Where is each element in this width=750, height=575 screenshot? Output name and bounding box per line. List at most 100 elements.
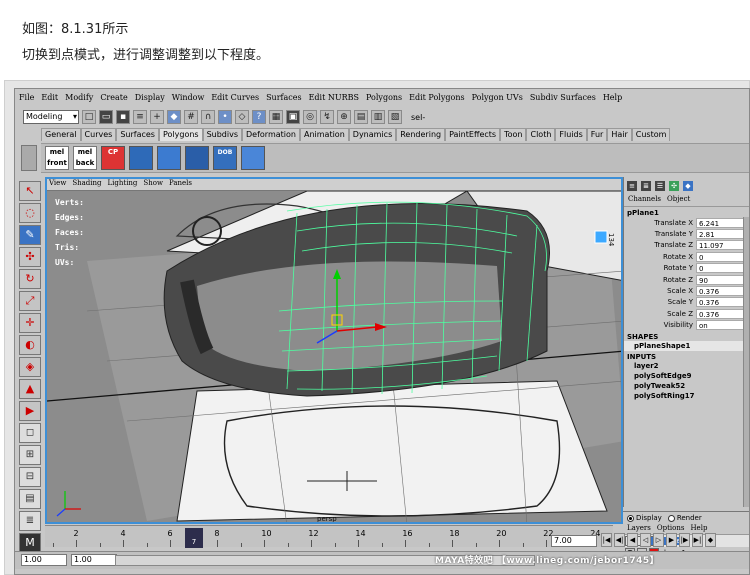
attribute-editor-icon[interactable]: ▤ (354, 110, 368, 124)
poly-plane-button[interactable] (241, 146, 265, 170)
attribute-row[interactable]: Scale Z 0.376 (624, 308, 749, 319)
menu-create[interactable]: Create (100, 93, 127, 107)
step-back-key-icon[interactable]: ◀| (614, 533, 625, 547)
render-radio[interactable]: Render (667, 514, 702, 522)
shelf-tab-custom[interactable]: Custom (631, 128, 671, 141)
play-back-icon[interactable]: ◁ (640, 533, 651, 547)
panel-menu-view[interactable]: View (49, 179, 66, 190)
menu-subdiv-surfaces[interactable]: Subdiv Surfaces (530, 93, 596, 107)
node-icon[interactable]: ◆ (683, 181, 693, 191)
shelf-tab-toon[interactable]: Toon (500, 128, 527, 141)
menu-edit-curves[interactable]: Edit Curves (211, 93, 259, 107)
cp-button[interactable]: CP (101, 146, 125, 170)
poly-cube-button[interactable] (129, 146, 153, 170)
step-forward-key-icon[interactable]: |▶ (679, 533, 690, 547)
manipulator-tool-icon[interactable]: ✛ (19, 313, 41, 333)
history-icon[interactable]: ? (252, 110, 266, 124)
manip-icon[interactable]: ✣ (669, 181, 679, 191)
menu-modify[interactable]: Modify (65, 93, 93, 107)
new-scene-icon[interactable]: □ (82, 110, 96, 124)
go-to-end-icon[interactable]: ▶| (692, 533, 703, 547)
channel-box-scrollbar[interactable] (743, 217, 749, 507)
menu-edit-nurbs[interactable]: Edit NURBS (309, 93, 359, 107)
menu-edit-polygons[interactable]: Edit Polygons (409, 93, 464, 107)
show-manipulator-icon[interactable]: ◈ (19, 357, 41, 377)
outliner-layout-icon[interactable]: ▤ (19, 489, 41, 509)
menu-window[interactable]: Window (172, 93, 205, 107)
playback-start-field[interactable]: 1.00 (71, 554, 117, 566)
select-tool-icon[interactable]: ↖ (19, 181, 41, 201)
snap-grid-icon[interactable]: # (184, 110, 198, 124)
attribute-value[interactable]: 0 (696, 251, 746, 262)
shelf-menu-button[interactable] (21, 145, 37, 171)
shelf-tab-painteffects[interactable]: PaintEffects (445, 128, 501, 141)
current-frame-field[interactable]: 7.00 (551, 535, 597, 547)
move-tool-icon[interactable]: ✣ (19, 247, 41, 267)
input-node[interactable]: layer2 (624, 361, 749, 371)
channel-menu-channels[interactable]: Channels (628, 195, 661, 206)
input-node[interactable]: polySoftRing17 (624, 391, 749, 401)
channel-menu-object[interactable]: Object (667, 195, 690, 206)
channel-box-icon[interactable]: ≡ (627, 181, 637, 191)
mode-dropdown[interactable]: Modeling (23, 110, 79, 124)
step-back-icon[interactable]: ◀ (627, 533, 638, 547)
menu-file[interactable]: File (19, 93, 34, 107)
mel-back-button[interactable]: mel back (73, 146, 97, 170)
attribute-value[interactable]: 11.097 (696, 240, 746, 251)
tool-settings-icon[interactable]: ▥ (371, 110, 385, 124)
perspective-viewport[interactable]: View Shading Lighting Show Panels 134 Ve… (45, 177, 623, 524)
input-line-icon[interactable]: ⊕ (337, 110, 351, 124)
attribute-value[interactable]: 0.376 (696, 308, 746, 319)
panel-menu-show[interactable]: Show (143, 179, 163, 190)
shelf-tab-deformation[interactable]: Deformation (242, 128, 300, 141)
shelf-tab-dynamics[interactable]: Dynamics (348, 128, 397, 141)
shelf-tab-subdivs[interactable]: Subdivs (202, 128, 243, 141)
menu-polygon-uvs[interactable]: Polygon UVs (472, 93, 523, 107)
render-icon[interactable]: ▦ (269, 110, 283, 124)
play-forward-icon[interactable]: ▷ (653, 533, 664, 547)
input-node[interactable]: polySoftEdge9 (624, 371, 749, 381)
rotate-tool-icon[interactable]: ↻ (19, 269, 41, 289)
shape-node[interactable]: pPlaneShape1 (624, 340, 749, 351)
select-object-icon[interactable]: + (150, 110, 164, 124)
shelf-tab-rendering[interactable]: Rendering (396, 128, 446, 141)
menu-polygons[interactable]: Polygons (366, 93, 402, 107)
attribute-row[interactable]: Scale X 0.376 (624, 285, 749, 297)
shelf-tab-surfaces[interactable]: Surfaces (116, 128, 159, 141)
lasso-tool-icon[interactable]: ◌ (19, 203, 41, 223)
graph-layout-icon[interactable]: ≣ (19, 511, 41, 531)
two-view-layout-icon[interactable]: ⊟ (19, 467, 41, 487)
attribute-value[interactable]: 90 (696, 274, 746, 285)
panel-menu-lighting[interactable]: Lighting (108, 179, 138, 190)
step-forward-icon[interactable]: ▶ (666, 533, 677, 547)
select-component-icon[interactable]: ◆ (167, 110, 181, 124)
range-start-field[interactable]: 1.00 (21, 554, 67, 566)
attribute-row[interactable]: Translate X 6.241 (624, 217, 749, 228)
last-tool-icon[interactable]: ▲ (19, 379, 41, 399)
shelf-tab-general[interactable]: General (41, 128, 81, 141)
save-scene-icon[interactable]: ▪ (116, 110, 130, 124)
layer-editor-icon[interactable]: ≣ (641, 181, 651, 191)
snap-plane-icon[interactable]: ◇ (235, 110, 249, 124)
menu-help[interactable]: Help (603, 93, 622, 107)
four-view-layout-icon[interactable]: ⊞ (19, 445, 41, 465)
render-settings-icon[interactable]: ◎ (303, 110, 317, 124)
scale-tool-icon[interactable]: ⤢ (19, 291, 41, 311)
split-polygon-tool-icon[interactable]: ▶ (19, 401, 41, 421)
attribute-value[interactable]: 0 (696, 263, 746, 274)
menu-surfaces[interactable]: Surfaces (266, 93, 302, 107)
shelf-tab-fur[interactable]: Fur (586, 128, 608, 141)
ipr-render-icon[interactable]: ▣ (286, 110, 300, 124)
attribute-row[interactable]: Rotate Y0 (624, 263, 749, 274)
poly-cylinder-button[interactable] (157, 146, 181, 170)
attribute-row[interactable]: Translate Y 2.81 (624, 228, 749, 240)
attribute-row[interactable]: Rotate X0 (624, 251, 749, 262)
single-view-layout-icon[interactable]: ◻ (19, 423, 41, 443)
menu-edit[interactable]: Edit (41, 93, 58, 107)
shelf-tab-polygons[interactable]: Polygons (158, 128, 203, 141)
display-radio[interactable]: Display (627, 514, 662, 522)
shelf-tab-curves[interactable]: Curves (80, 128, 117, 141)
input-node[interactable]: polyTweak52 (624, 381, 749, 391)
time-slider[interactable]: 2 4 6 8 10 12 14 16 18 20 22 24 7 (45, 525, 613, 548)
attribute-row[interactable]: Scale Y 0.376 (624, 297, 749, 308)
